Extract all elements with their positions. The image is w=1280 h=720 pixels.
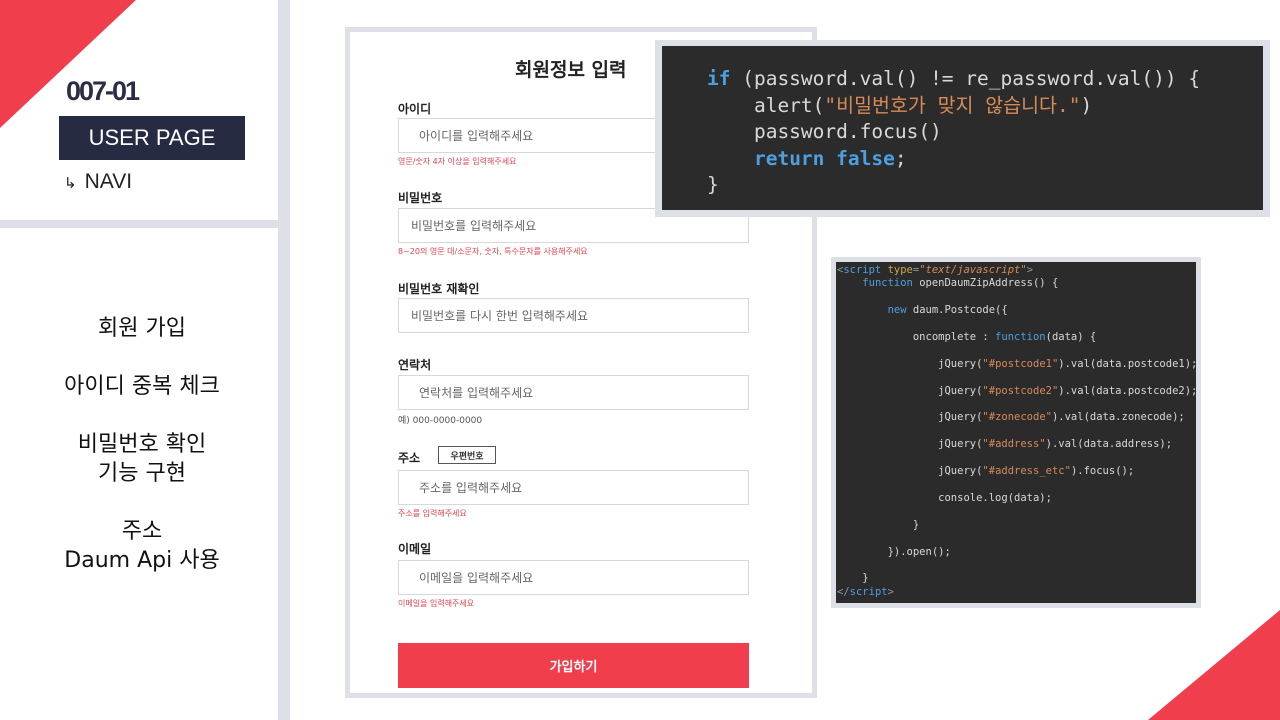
code-text: ).val(data.postcode2); <box>1058 384 1196 397</box>
address-input[interactable] <box>398 470 749 505</box>
code-keyword: return false <box>753 146 895 170</box>
feature-item: 회원 가입 <box>98 316 186 341</box>
code-text: oncomplete : <box>912 331 996 344</box>
id-hint: 영문/숫자 4자 이상을 입력해주세요 <box>398 157 517 166</box>
corner-decoration-top-left <box>0 0 136 128</box>
code-string: "#postcode2" <box>982 384 1059 397</box>
code-text: ).val(data.zonecode); <box>1051 411 1185 424</box>
code-text: password.focus() <box>707 120 942 143</box>
address-hint: 주소를 입력해주세요 <box>398 509 467 518</box>
id-label: 아이디 <box>398 102 432 116</box>
code-string: "#address" <box>982 438 1046 451</box>
code-keyword: if <box>707 67 731 90</box>
code-text: ) <box>1080 93 1093 117</box>
code-text: ).focus(); <box>1070 465 1135 478</box>
daum-postcode-code: <script type="text/javascript"> function… <box>836 262 1196 603</box>
code-text: ; <box>894 146 907 170</box>
code-text: alert( <box>707 93 825 117</box>
phone-hint: 예) 000-0000-0000 <box>398 416 483 426</box>
email-input[interactable] <box>398 560 749 595</box>
code-text: jQuery( <box>938 357 983 370</box>
corner-decoration-bottom-right <box>1148 610 1280 720</box>
code-text: openDaumZipAddress() { <box>912 277 1059 290</box>
password-check-code: if (password.val() != re_password.val())… <box>662 46 1263 210</box>
feature-list: 회원 가입 아이디 중복 체크 비밀번호 확인 기능 구현 주소 Daum Ap… <box>0 314 284 604</box>
feature-item: 주소 Daum Api 사용 <box>64 519 220 573</box>
feature-item: 비밀번호 확인 기능 구현 <box>77 432 207 486</box>
code-text: daum.Postcode({ <box>906 304 1008 317</box>
code-text: jQuery( <box>938 384 983 397</box>
code-string: "#postcode1" <box>982 357 1059 370</box>
code-string: "비밀번호가 맞지 않습니다." <box>824 93 1081 117</box>
password-confirm-input[interactable] <box>398 298 749 333</box>
code-string: "#zonecode" <box>982 411 1052 424</box>
address-label: 주소 <box>398 451 421 465</box>
code-keyword: function <box>995 331 1046 344</box>
return-arrow-icon: ↳ <box>64 175 77 192</box>
code-text: }).open(); <box>887 545 951 558</box>
code-tag: script <box>843 264 882 276</box>
password-label: 비밀번호 <box>398 191 443 205</box>
section-label: USER PAGE <box>59 116 245 160</box>
postcode-button[interactable]: 우편번호 <box>438 446 496 464</box>
code-attr: type <box>887 264 913 276</box>
code-string: "#address_etc" <box>982 465 1071 478</box>
form-title: 회원정보 입력 <box>515 59 627 81</box>
code-attr-value: "text/javascript" <box>919 264 1027 276</box>
code-keyword: new <box>887 304 907 317</box>
email-label: 이메일 <box>398 542 432 556</box>
code-text: ).val(data.address); <box>1045 438 1173 451</box>
code-keyword: function <box>862 277 913 290</box>
code-text: (data) { <box>1045 331 1097 344</box>
code-text: jQuery( <box>938 411 983 424</box>
nav-label: NAVI <box>84 170 133 193</box>
slide-number: 007-01 <box>66 76 140 106</box>
code-text: } <box>912 518 920 531</box>
code-text: jQuery( <box>938 438 983 451</box>
code-text: jQuery( <box>938 465 983 478</box>
phone-input[interactable] <box>398 375 749 410</box>
password-hint: 8~20의 영문 대/소문자, 숫자, 특수문자를 사용해주세요 <box>398 247 588 256</box>
code-text: } <box>707 173 719 196</box>
code-text: ).val(data.postcode1); <box>1058 357 1196 370</box>
email-hint: 이메일을 입력해주세요 <box>398 599 475 608</box>
signup-button[interactable]: 가입하기 <box>398 643 749 688</box>
code-text: console.log(data); <box>938 491 1052 504</box>
code-tag: script <box>849 585 888 598</box>
feature-item: 아이디 중복 체크 <box>64 374 220 399</box>
nav-link[interactable]: ↳ NAVI <box>64 170 132 194</box>
password-confirm-label: 비밀번호 재확인 <box>398 282 480 296</box>
code-text: (password.val() != re_password.val()) { <box>730 67 1201 90</box>
code-text: } <box>862 572 869 585</box>
phone-label: 연락처 <box>398 358 432 372</box>
